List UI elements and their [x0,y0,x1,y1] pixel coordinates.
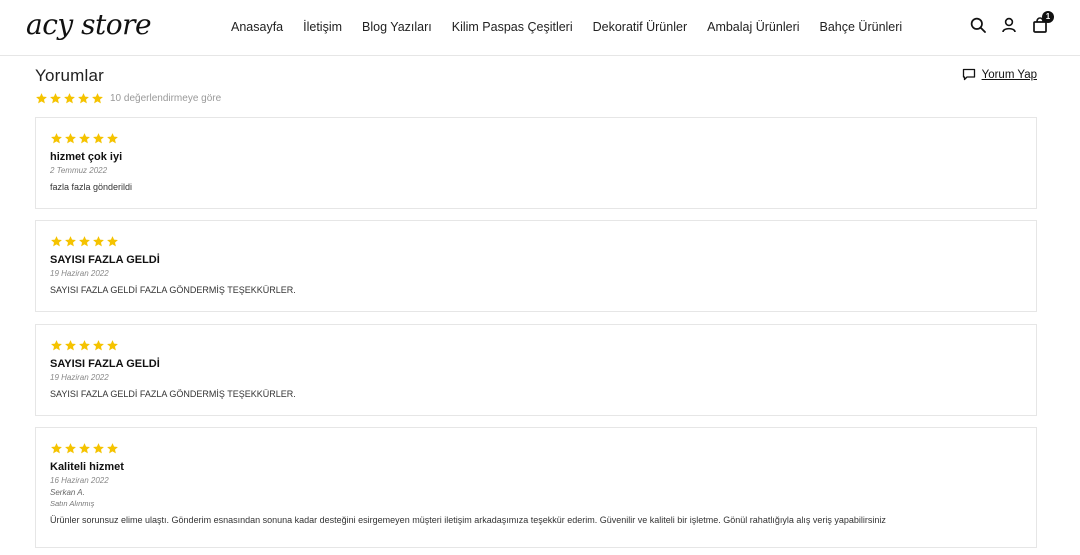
nav-item-packaging[interactable]: Ambalaj Ürünleri [707,20,799,34]
search-icon[interactable] [970,17,986,33]
review-title: SAYISI FAZLA GELDİ [50,358,160,370]
star-icon [107,443,118,454]
review-date: 19 Haziran 2022 [50,269,109,278]
summary-stars [35,92,104,105]
review-date: 19 Haziran 2022 [50,373,109,382]
main-nav: Anasayfa İletişim Blog Yazıları Kilim Pa… [231,20,922,34]
star-icon [93,340,104,351]
shopping-bag-icon[interactable]: 1 [1032,11,1054,33]
review-date: 2 Temmuz 2022 [50,166,108,175]
header-icons: 1 [970,11,1054,33]
star-icon [65,340,76,351]
star-icon [65,133,76,144]
reviews-count-text: 10 değerlendirmeye göre [110,93,222,104]
star-icon [93,443,104,454]
star-icon [51,236,62,247]
star-icon [107,340,118,351]
comment-icon [962,68,975,81]
nav-item-rugs[interactable]: Kilim Paspas Çeşitleri [452,20,573,34]
review-stars [50,339,1022,352]
store-logo[interactable]: acy store [26,8,152,41]
star-icon [65,443,76,454]
star-icon [64,93,75,104]
star-icon [51,340,62,351]
star-icon [51,133,62,144]
review-title: hizmet çok iyi [50,151,123,163]
review-date: 16 Haziran 2022 [50,476,109,485]
review-card: Kaliteli hizmet 16 Haziran 2022 Serkan A… [35,427,1037,548]
review-body: Ürünler sorunsuz elime ulaştı. Gönderim … [50,515,886,525]
star-icon [92,93,103,104]
star-icon [79,133,90,144]
review-body: fazla fazla gönderildi [50,182,133,192]
review-body: SAYISI FAZLA GELDİ FAZLA GÖNDERMİŞ TEŞEK… [50,389,296,399]
review-author: Serkan A. [50,488,85,497]
review-card: SAYISI FAZLA GELDİ 19 Haziran 2022 SAYIS… [35,324,1037,416]
star-icon [93,236,104,247]
reviews-summary: 10 değerlendirmeye göre [35,92,221,105]
nav-item-blog[interactable]: Blog Yazıları [362,20,432,34]
user-icon[interactable] [1001,17,1017,33]
review-stars [50,132,1022,145]
verified-purchase-label: Satın Alınmış [50,499,95,508]
star-icon [50,93,61,104]
nav-item-home[interactable]: Anasayfa [231,20,283,34]
review-title: SAYISI FAZLA GELDİ [50,254,160,266]
nav-item-garden[interactable]: Bahçe Ürünleri [820,20,903,34]
write-review-label: Yorum Yap [981,68,1037,81]
review-stars [50,442,1022,455]
star-icon [65,236,76,247]
site-header: acy store Anasayfa İletişim Blog Yazılar… [0,0,1080,56]
star-icon [79,236,90,247]
review-card: SAYISI FAZLA GELDİ 19 Haziran 2022 SAYIS… [35,220,1037,312]
review-title: Kaliteli hizmet [50,461,124,473]
star-icon [79,340,90,351]
nav-item-decorative[interactable]: Dekoratif Ürünler [593,20,687,34]
review-body: SAYISI FAZLA GELDİ FAZLA GÖNDERMİŞ TEŞEK… [50,285,296,295]
cart-count-badge: 1 [1042,11,1054,23]
star-icon [107,236,118,247]
review-stars [50,235,1022,248]
star-icon [107,133,118,144]
reviews-heading: Yorumlar [35,66,105,85]
star-icon [93,133,104,144]
star-icon [78,93,89,104]
review-card: hizmet çok iyi 2 Temmuz 2022 fazla fazla… [35,117,1037,209]
write-review-button[interactable]: Yorum Yap [962,68,1037,81]
nav-item-contact[interactable]: İletişim [303,20,342,34]
star-icon [79,443,90,454]
star-icon [36,93,47,104]
star-icon [51,443,62,454]
